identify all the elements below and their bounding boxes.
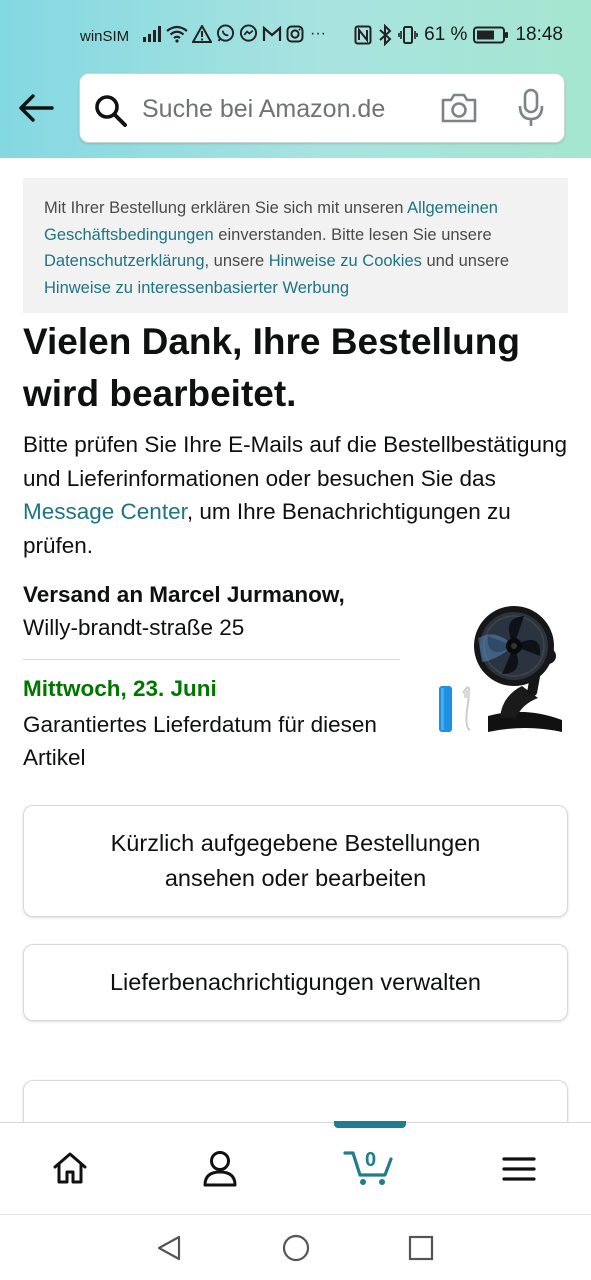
search-icon xyxy=(95,95,127,127)
message-center-link[interactable]: Message Center xyxy=(23,499,187,524)
system-back-icon[interactable] xyxy=(155,1234,183,1262)
wifi-icon xyxy=(166,25,188,43)
notice-text: , unsere xyxy=(204,252,269,270)
warning-icon xyxy=(192,24,212,43)
legal-notice: Mit Ihrer Bestellung erklären Sie sich m… xyxy=(23,178,568,313)
recent-orders-button[interactable]: Kürzlich aufgegebene Bestellungen ansehe… xyxy=(23,805,568,917)
notice-text: Mit Ihrer Bestellung erklären Sie sich m… xyxy=(44,199,408,217)
bottom-navigation: 0 xyxy=(0,1121,591,1214)
notification-icons: ··· xyxy=(142,24,326,43)
system-navigation-bar xyxy=(0,1214,591,1280)
menu-icon[interactable] xyxy=(502,1156,536,1182)
confirmation-headline: Vielen Dank, Ihre Bestellung wird bearbe… xyxy=(23,321,520,414)
back-button[interactable] xyxy=(18,92,56,124)
whatsapp-icon xyxy=(216,24,235,42)
confirmation-intro: Bitte prüfen Sie Ihre E-Mails auf die Be… xyxy=(23,428,568,562)
system-recents-icon[interactable] xyxy=(408,1235,434,1261)
nfc-icon xyxy=(354,25,372,45)
divider xyxy=(23,659,400,660)
delivery-guarantee: Garantiertes Lieferdatum für diesen Arti… xyxy=(23,712,377,770)
home-icon[interactable] xyxy=(52,1151,88,1185)
battery-percent: 61 % xyxy=(424,24,468,45)
app-header: winSIM ··· 61 % 18:48 xyxy=(0,0,591,158)
system-home-icon[interactable] xyxy=(281,1233,311,1263)
battery-icon xyxy=(473,26,509,44)
cart-button[interactable]: 0 xyxy=(343,1147,395,1187)
notice-text: und unsere xyxy=(421,252,510,270)
messenger-icon xyxy=(239,24,258,42)
active-tab-indicator xyxy=(334,1121,406,1128)
cart-count: 0 xyxy=(365,1149,377,1171)
delivery-date: Mittwoch, 23. Juni xyxy=(23,676,217,701)
interest-ads-link[interactable]: Hinweise zu interessenbasierter Werbung xyxy=(44,279,349,297)
account-icon[interactable] xyxy=(200,1150,240,1188)
clock: 18:48 xyxy=(515,24,563,45)
more-notifications-indicator: ··· xyxy=(310,24,326,42)
privacy-link[interactable]: Datenschutzerklärung xyxy=(44,252,205,270)
intro-text: Bitte prüfen Sie Ihre E-Mails auf die Be… xyxy=(23,432,568,491)
vibrate-icon xyxy=(398,26,418,44)
camera-icon[interactable] xyxy=(440,92,478,124)
system-status: 61 % 18:48 xyxy=(354,24,563,46)
shipping-recipient: Versand an Marcel Jurmanow, xyxy=(23,582,345,607)
product-image[interactable] xyxy=(430,598,570,738)
notice-text: einverstanden. Bitte lesen Sie unsere xyxy=(213,225,492,244)
bluetooth-icon xyxy=(379,24,392,46)
back-arrow-icon xyxy=(19,94,54,122)
carrier-label: winSIM xyxy=(80,28,130,45)
signal-icon xyxy=(143,25,161,42)
search-bar[interactable] xyxy=(79,73,565,143)
cookies-link[interactable]: Hinweise zu Cookies xyxy=(269,252,422,270)
delivery-notifications-button[interactable]: Lieferbenachrichtigungen verwalten xyxy=(23,944,568,1021)
microphone-icon[interactable] xyxy=(517,88,545,128)
status-bar: winSIM ··· 61 % 18:48 xyxy=(0,18,591,58)
instagram-icon xyxy=(286,25,304,42)
shipping-street: Willy-brandt-straße 25 xyxy=(23,615,245,640)
search-input[interactable] xyxy=(142,92,422,126)
gmail-icon xyxy=(262,25,282,41)
